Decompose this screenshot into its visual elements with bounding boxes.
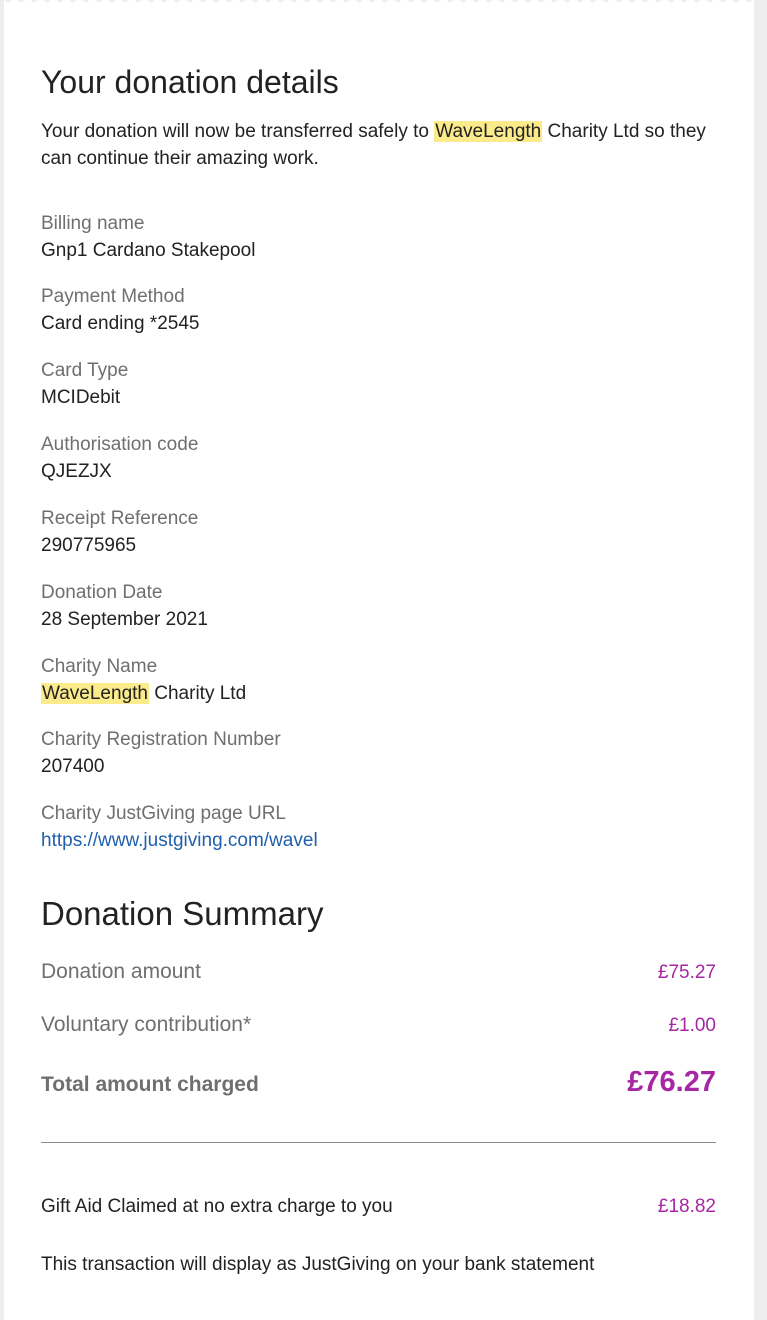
authorisation-code-label: Authorisation code: [41, 434, 199, 455]
charity-name-highlight: WaveLength: [434, 121, 543, 142]
charity-page-link[interactable]: https://www.justgiving.com/wavel: [41, 830, 318, 851]
card-type-field: Card Type MCIDebit: [41, 358, 716, 411]
total-amount-row: Total amount charged £76.27: [41, 1066, 716, 1099]
donation-date-label: Donation Date: [41, 582, 163, 603]
charity-url-field: Charity JustGiving page URL https://www.…: [41, 801, 716, 854]
donation-amount-label: Donation amount: [41, 960, 201, 983]
payment-method-field: Payment Method Card ending *2545: [41, 284, 716, 337]
gift-aid-row: Gift Aid Claimed at no extra charge to y…: [41, 1196, 716, 1218]
summary-title: Donation Summary: [41, 895, 324, 932]
receipt-reference-field: Receipt Reference 290775965: [41, 506, 716, 559]
page-title: Your donation details: [41, 64, 339, 100]
donation-date-field: Donation Date 28 September 2021: [41, 580, 716, 633]
intro-text: Your donation will now be transferred sa…: [41, 118, 716, 172]
payment-method-label: Payment Method: [41, 286, 185, 307]
receipt-reference-label: Receipt Reference: [41, 508, 199, 529]
charity-registration-value: 207400: [41, 756, 105, 777]
receipt-card: Your donation details Your donation will…: [4, 0, 754, 1320]
billing-name-label: Billing name: [41, 213, 145, 234]
voluntary-contribution-label: Voluntary contribution*: [41, 1013, 252, 1036]
donation-amount-value: £75.27: [657, 962, 716, 983]
voluntary-contribution-value: £1.00: [668, 1015, 716, 1036]
authorisation-code-value: QJEZJX: [41, 461, 112, 482]
charity-name-value-highlight: WaveLength: [41, 683, 149, 704]
total-amount-value: £76.27: [627, 1066, 716, 1098]
charity-name-value: WaveLength Charity Ltd: [41, 680, 716, 707]
intro-text-start: Your donation will now be transferred sa…: [41, 121, 435, 142]
charity-url-label: Charity JustGiving page URL: [41, 803, 286, 824]
card-type-label: Card Type: [41, 360, 129, 381]
gift-aid-label: Gift Aid Claimed at no extra charge to y…: [41, 1196, 393, 1217]
total-amount-label: Total amount charged: [41, 1073, 259, 1096]
charity-registration-field: Charity Registration Number 207400: [41, 727, 716, 780]
voluntary-contribution-row: Voluntary contribution* £1.00: [41, 1013, 716, 1037]
charity-name-field: Charity Name WaveLength Charity Ltd: [41, 654, 716, 707]
charity-registration-label: Charity Registration Number: [41, 729, 281, 750]
summary-divider: [41, 1142, 716, 1143]
payment-method-value: Card ending *2545: [41, 313, 200, 334]
charity-url-value: https://www.justgiving.com/wavel: [41, 827, 716, 854]
donation-amount-row: Donation amount £75.27: [41, 960, 716, 984]
gift-aid-value: £18.82: [657, 1196, 716, 1217]
card-scalloped-edge: [4, 0, 754, 3]
billing-name-value: Gnp1 Cardano Stakepool: [41, 240, 256, 261]
receipt-reference-value: 290775965: [41, 535, 137, 556]
authorisation-code-field: Authorisation code QJEZJX: [41, 432, 716, 485]
billing-name-field: Billing name Gnp1 Cardano Stakepool: [41, 211, 716, 264]
charity-name-label: Charity Name: [41, 656, 158, 677]
donation-date-value: 28 September 2021: [41, 609, 208, 630]
card-type-value: MCIDebit: [41, 387, 121, 408]
charity-name-value-rest: Charity Ltd: [148, 683, 247, 704]
bank-statement-note: This transaction will display as JustGiv…: [41, 1254, 595, 1275]
